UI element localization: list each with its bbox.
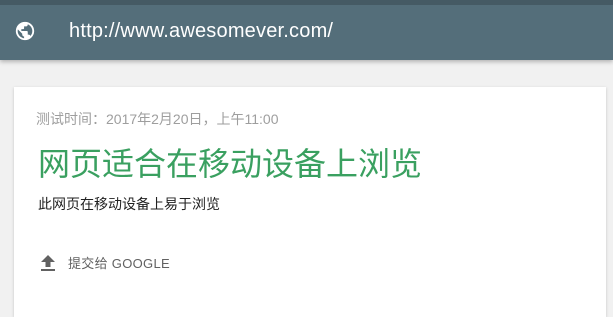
address-bar: http://www.awesomever.com/ <box>0 0 613 60</box>
top-strip <box>0 0 613 5</box>
mobile-friendly-result-card: 测试时间：2017年2月20日，上午11:00 网页适合在移动设备上浏览 此网页… <box>14 87 606 317</box>
url-text[interactable]: http://www.awesomever.com/ <box>69 17 333 45</box>
globe-icon <box>15 21 35 41</box>
submit-label: 提交给 GOOGLE <box>68 256 170 271</box>
upload-icon <box>41 254 55 271</box>
result-headline: 网页适合在移动设备上浏览 <box>38 146 423 182</box>
test-timestamp: 测试时间：2017年2月20日，上午11:00 <box>36 111 279 127</box>
submit-to-google-button[interactable]: 提交给 GOOGLE <box>40 253 170 272</box>
result-description: 此网页在移动设备上易于浏览 <box>38 196 220 212</box>
